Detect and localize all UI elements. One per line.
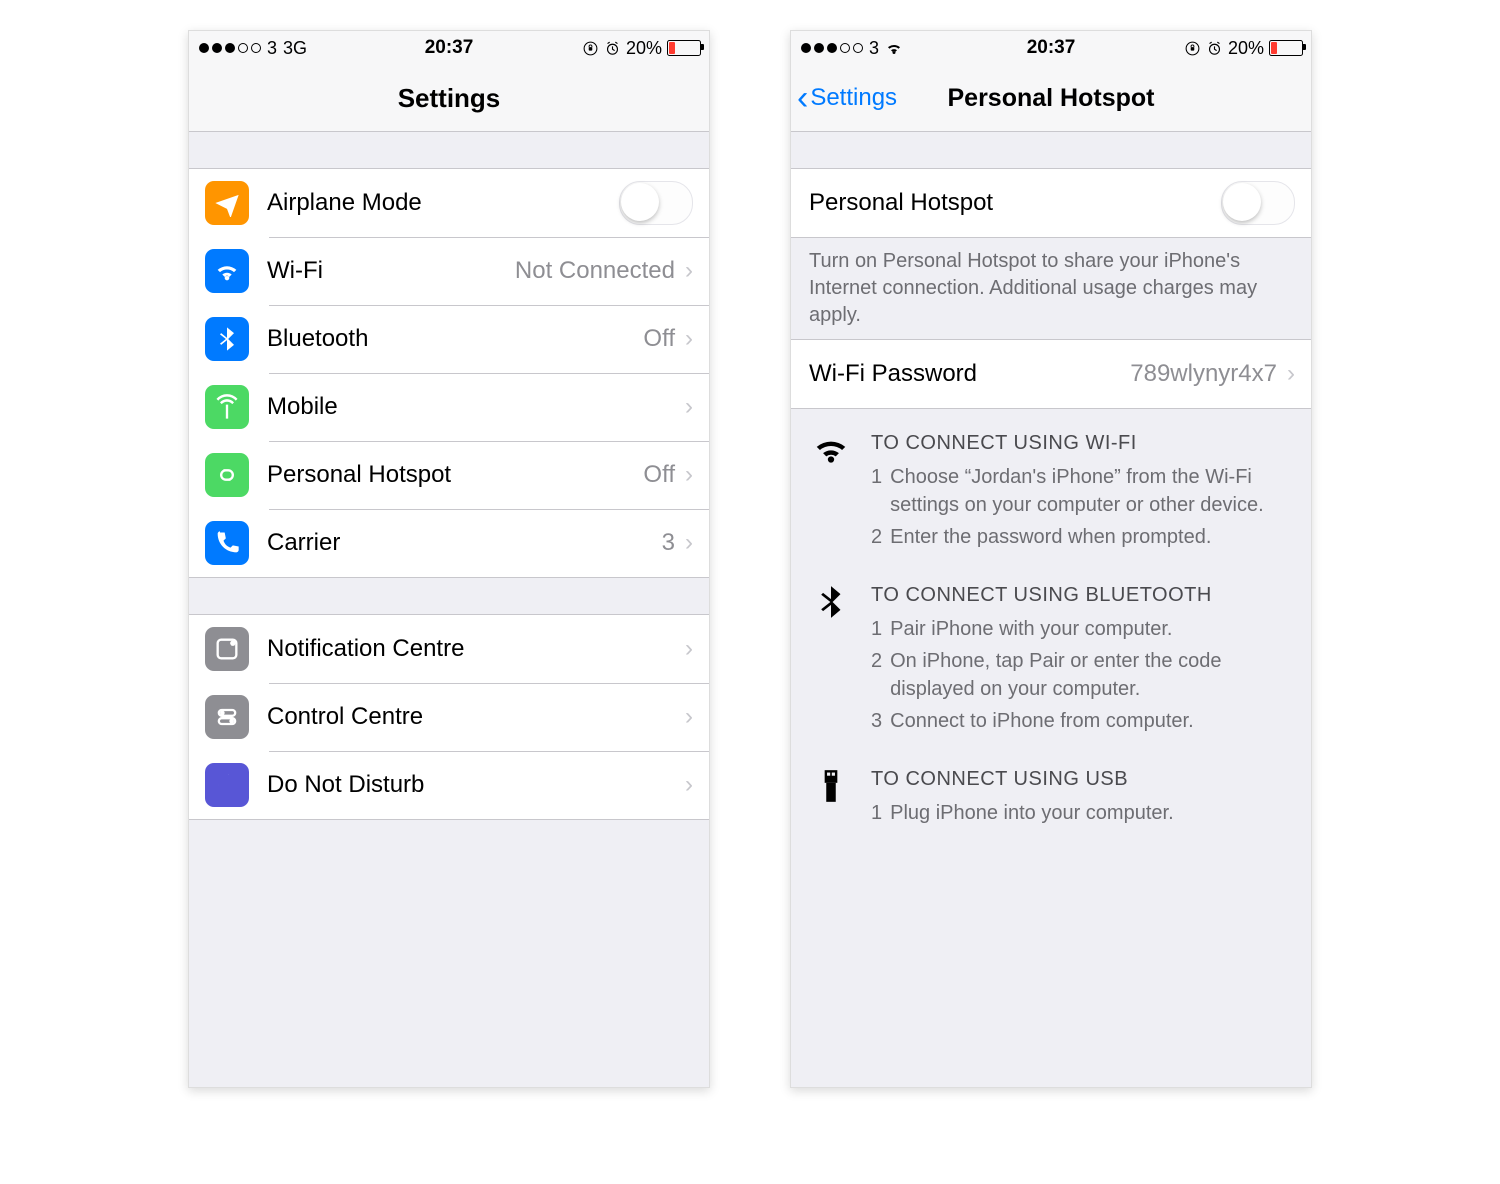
wifi-password-group: Wi-Fi Password 789wlynyr4x7 › (791, 339, 1311, 409)
usb-icon (809, 765, 853, 831)
screenshot-settings-root: 3 3G 20:37 20% Settings Airplane Mode (188, 30, 710, 1088)
back-label: Settings (810, 84, 897, 112)
chevron-right-icon: › (685, 703, 693, 731)
airplane-icon (205, 181, 249, 225)
antenna-icon (205, 385, 249, 429)
moon-icon (205, 763, 249, 807)
instruction-step: Enter the password when prompted. (890, 523, 1211, 551)
chevron-right-icon: › (1287, 360, 1295, 388)
page-title: Settings (189, 83, 709, 114)
row-detail: 3 (662, 529, 675, 557)
carrier-label: 3 (869, 38, 879, 59)
instruction-step: Connect to iPhone from computer. (890, 707, 1194, 735)
instruction-wifi: TO CONNECT USING WI-FI 1Choose “Jordan's… (791, 409, 1311, 561)
battery-icon (667, 40, 701, 56)
instruction-title: TO CONNECT USING BLUETOOTH (871, 581, 1293, 609)
row-hotspot-toggle[interactable]: Personal Hotspot (791, 168, 1311, 238)
chain-link-icon (205, 453, 249, 497)
chevron-right-icon: › (685, 529, 693, 557)
wifi-icon (205, 249, 249, 293)
settings-group-network: Airplane Mode Wi-Fi Not Connected › Blue… (189, 168, 709, 578)
hotspot-footer-text: Turn on Personal Hotspot to share your i… (791, 238, 1311, 339)
hotspot-toggle-group: Personal Hotspot (791, 168, 1311, 238)
network-type: 3G (283, 38, 307, 59)
screenshot-hotspot: 3 20:37 20% ‹ Settings Personal Hotspot … (790, 30, 1312, 1088)
row-control-centre[interactable]: Control Centre › (189, 683, 709, 751)
battery-percent: 20% (1228, 38, 1264, 59)
phone-icon (205, 521, 249, 565)
row-carrier[interactable]: Carrier 3 › (189, 509, 709, 578)
chevron-right-icon: › (685, 257, 693, 285)
chevron-right-icon: › (685, 461, 693, 489)
wifi-icon (809, 429, 853, 555)
nav-bar: ‹ Settings Personal Hotspot (791, 65, 1311, 132)
chevron-right-icon: › (685, 393, 693, 421)
status-bar: 3 3G 20:37 20% (189, 31, 709, 65)
row-detail: Not Connected (515, 257, 675, 285)
orientation-lock-icon (582, 40, 599, 57)
signal-dots-icon (801, 43, 863, 53)
row-detail: Off (643, 461, 675, 489)
bluetooth-icon (205, 317, 249, 361)
row-wifi-password[interactable]: Wi-Fi Password 789wlynyr4x7 › (791, 339, 1311, 409)
bluetooth-icon (809, 581, 853, 739)
hotspot-toggle[interactable] (1221, 181, 1295, 225)
row-label: Bluetooth (267, 325, 368, 353)
orientation-lock-icon (1184, 40, 1201, 57)
status-time: 20:37 (425, 37, 474, 59)
instruction-step: Choose “Jordan's iPhone” from the Wi-Fi … (890, 463, 1293, 519)
row-label: Control Centre (267, 703, 423, 731)
instruction-usb: TO CONNECT USING USB 1Plug iPhone into y… (791, 745, 1311, 837)
row-detail: Off (643, 325, 675, 353)
instruction-step: Pair iPhone with your computer. (890, 615, 1172, 643)
instruction-title: TO CONNECT USING USB (871, 765, 1293, 793)
control-centre-icon (205, 695, 249, 739)
instruction-title: TO CONNECT USING WI-FI (871, 429, 1293, 457)
row-notification-centre[interactable]: Notification Centre › (189, 614, 709, 683)
row-airplane-mode[interactable]: Airplane Mode (189, 168, 709, 237)
wifi-status-icon (885, 39, 903, 57)
alarm-icon (1206, 40, 1223, 57)
row-label: Mobile (267, 393, 338, 421)
airplane-toggle[interactable] (619, 181, 693, 225)
alarm-icon (604, 40, 621, 57)
row-personal-hotspot[interactable]: Personal Hotspot Off › (189, 441, 709, 509)
row-bluetooth[interactable]: Bluetooth Off › (189, 305, 709, 373)
notification-centre-icon (205, 627, 249, 671)
chevron-right-icon: › (685, 771, 693, 799)
row-do-not-disturb[interactable]: Do Not Disturb › (189, 751, 709, 820)
row-label: Airplane Mode (267, 189, 422, 217)
battery-percent: 20% (626, 38, 662, 59)
row-label: Notification Centre (267, 635, 464, 663)
instruction-step: Plug iPhone into your computer. (890, 799, 1174, 827)
row-label: Wi-Fi (267, 257, 323, 285)
status-bar: 3 20:37 20% (791, 31, 1311, 65)
settings-group-system: Notification Centre › Control Centre › D… (189, 614, 709, 820)
row-wifi[interactable]: Wi-Fi Not Connected › (189, 237, 709, 305)
row-label: Personal Hotspot (809, 189, 993, 217)
instruction-bluetooth: TO CONNECT USING BLUETOOTH 1Pair iPhone … (791, 561, 1311, 745)
status-time: 20:37 (1027, 37, 1076, 59)
back-button[interactable]: ‹ Settings (791, 84, 897, 112)
battery-icon (1269, 40, 1303, 56)
wifi-password-value: 789wlynyr4x7 (1130, 360, 1277, 388)
row-label: Carrier (267, 529, 340, 557)
carrier-label: 3 (267, 38, 277, 59)
chevron-right-icon: › (685, 635, 693, 663)
signal-dots-icon (199, 43, 261, 53)
row-label: Do Not Disturb (267, 771, 424, 799)
nav-bar: Settings (189, 65, 709, 132)
instruction-step: On iPhone, tap Pair or enter the code di… (890, 647, 1293, 703)
row-label: Wi-Fi Password (809, 360, 977, 388)
row-mobile[interactable]: Mobile › (189, 373, 709, 441)
chevron-right-icon: › (685, 325, 693, 353)
row-label: Personal Hotspot (267, 461, 451, 489)
